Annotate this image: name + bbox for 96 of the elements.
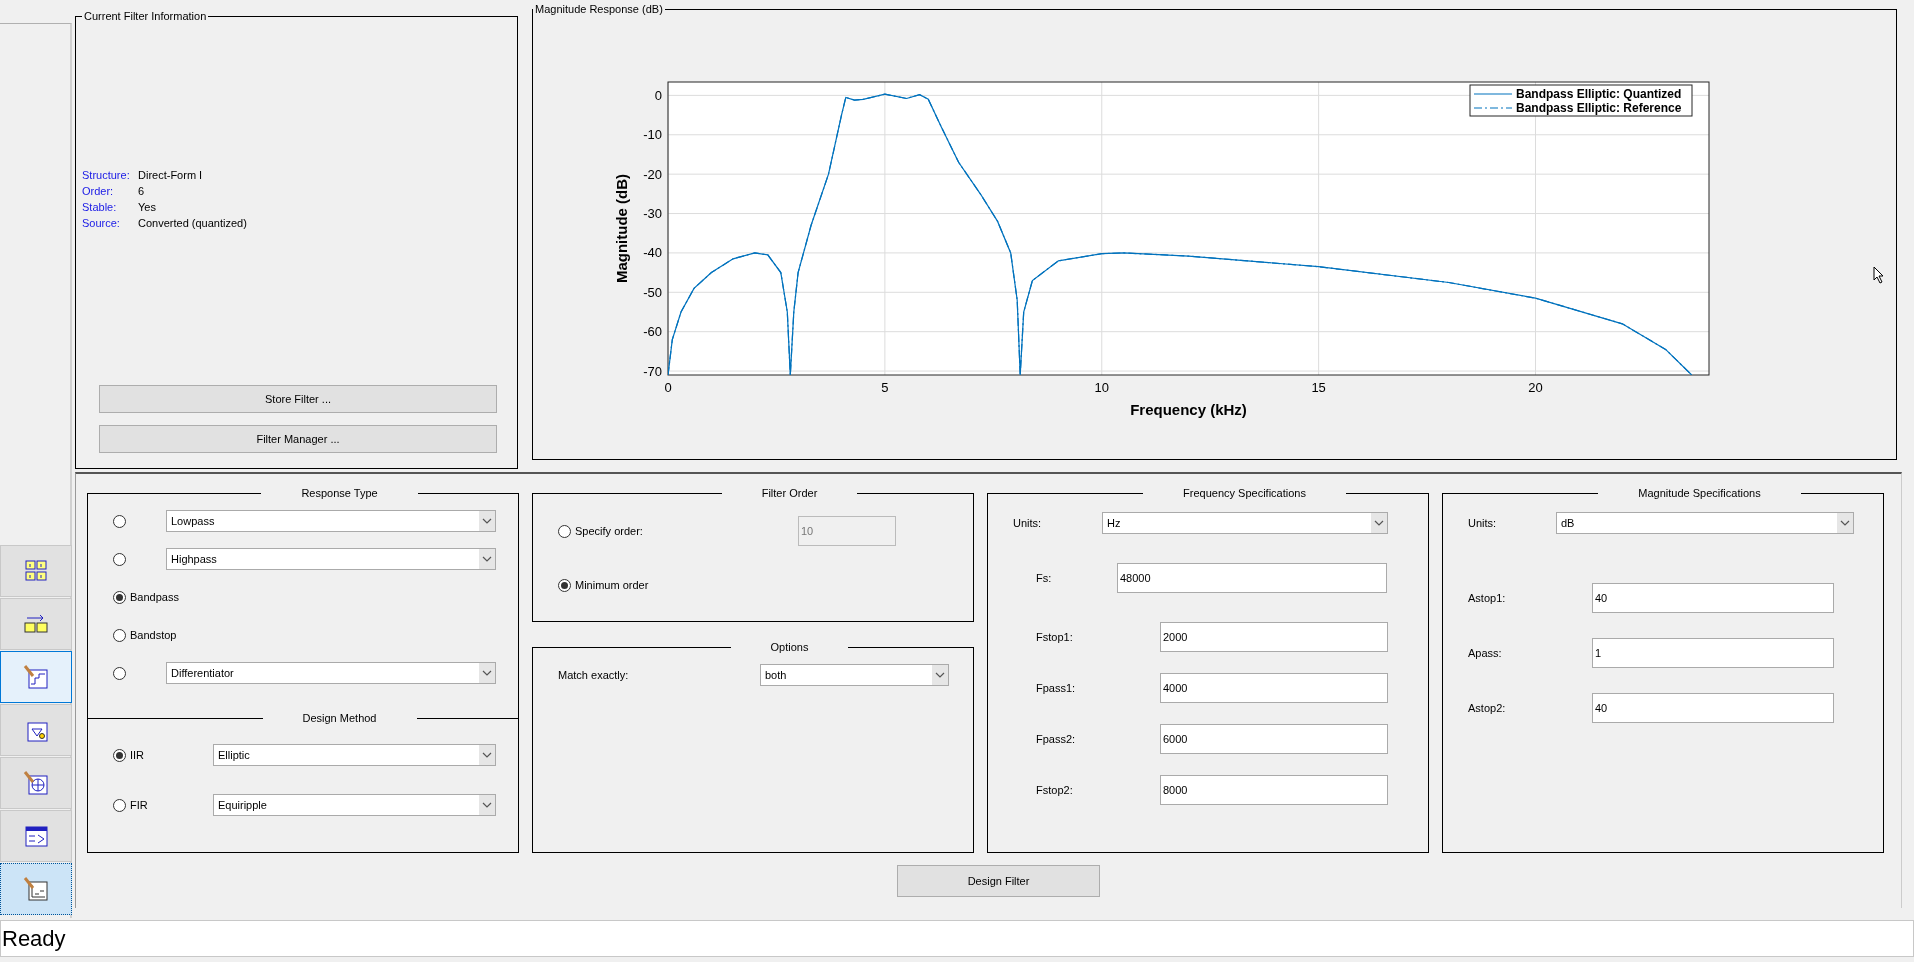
dropdown[interactable]: Differentiator — [166, 662, 496, 684]
field-label: Astop1: — [1468, 592, 1507, 604]
radio-button[interactable] — [113, 798, 126, 812]
tick-label: 20 — [1528, 380, 1543, 395]
tick-label: -40 — [643, 245, 662, 261]
chevron-icon — [479, 663, 495, 683]
tick-label: 10 — [1094, 380, 1109, 395]
info-value: Direct-Form I — [138, 169, 203, 181]
info-label: Structure: — [82, 169, 131, 181]
radio-button[interactable] — [558, 578, 571, 592]
field-label: Apass: — [1468, 647, 1503, 659]
radio-label: Bandstop — [130, 629, 177, 641]
radio-label: Bandpass — [130, 591, 179, 603]
legend-label: Bandpass Elliptic: Reference — [1516, 101, 1682, 115]
input-field[interactable]: 1 — [1592, 638, 1834, 668]
radio-label: Specify order: — [575, 525, 644, 537]
toolbar-button[interactable] — [0, 651, 72, 703]
pencil-grid-icon — [23, 770, 49, 796]
section-title: Filter Order — [760, 487, 819, 499]
radio-label: IIR — [130, 749, 146, 761]
field-label: Match exactly: — [558, 669, 630, 681]
section-title: Options — [769, 641, 810, 653]
chevron-icon — [479, 549, 495, 569]
info-value: Converted (quantized) — [138, 217, 247, 229]
radio-button[interactable] — [113, 666, 126, 680]
tick-label: -70 — [643, 363, 662, 379]
status-bar: Ready — [0, 920, 1914, 957]
tick-label: -60 — [643, 324, 662, 340]
panel-title: Magnitude Response (dB) — [534, 3, 664, 15]
tick-label: 5 — [881, 380, 889, 395]
dropdown[interactable]: Equiripple — [213, 794, 496, 816]
input-field[interactable]: 40 — [1592, 583, 1834, 613]
blocks-icon — [23, 558, 49, 584]
info-value: Yes — [138, 201, 156, 213]
pencil-chart-icon — [23, 664, 49, 690]
legend-label: Bandpass Elliptic: Quantized — [1516, 87, 1682, 101]
tick-label: -20 — [643, 166, 662, 182]
store-filter-button[interactable]: Store Filter ... — [99, 385, 497, 413]
tick-label: 0 — [654, 87, 662, 103]
pencil-chart-icon — [23, 876, 49, 902]
design-filter-button[interactable]: Design Filter — [897, 865, 1100, 897]
input-field[interactable]: 2000 — [1160, 622, 1388, 652]
radio-button[interactable] — [113, 552, 126, 566]
tick-label: -10 — [643, 127, 662, 143]
window-icon — [23, 823, 49, 849]
dropdown[interactable]: Elliptic — [213, 744, 496, 766]
toolbar-button[interactable] — [0, 863, 72, 915]
legend-line — [1473, 93, 1513, 95]
dropdown[interactable]: Hz — [1102, 512, 1388, 534]
input-field[interactable]: 6000 — [1160, 724, 1388, 754]
input-field[interactable]: 8000 — [1160, 775, 1388, 805]
radio-button[interactable] — [113, 514, 126, 528]
section-title: Design Method — [301, 712, 378, 724]
chevron-icon — [479, 511, 495, 531]
radio-label: Minimum order — [575, 579, 649, 591]
field-label: Astop2: — [1468, 702, 1507, 714]
chevron-icon — [479, 745, 495, 765]
radio-button[interactable] — [113, 590, 126, 604]
chevron-icon — [479, 795, 495, 815]
section-title: Response Type — [300, 487, 379, 499]
field-label: Fs: — [1036, 572, 1053, 584]
axis-title: Frequency (kHz) — [1130, 401, 1247, 418]
field-label: Fstop1: — [1036, 631, 1074, 643]
input-field[interactable]: 48000 — [1117, 563, 1387, 593]
legend-line — [1473, 107, 1513, 109]
input-field[interactable]: 40 — [1592, 693, 1834, 723]
field-label: Fpass2: — [1036, 733, 1077, 745]
dropdown[interactable]: Highpass — [166, 548, 496, 570]
field-label: Fstop2: — [1036, 784, 1074, 796]
dropdown[interactable]: both — [760, 664, 949, 686]
chevron-icon — [932, 665, 948, 685]
panel-title: Current Filter Information — [83, 10, 208, 22]
radio-label: FIR — [130, 799, 149, 811]
axis-title: Magnitude (dB) — [613, 173, 630, 284]
cursor-icon — [1873, 266, 1885, 284]
field-label: Units: — [1013, 517, 1043, 529]
info-label: Source: — [82, 217, 121, 229]
tick-label: -50 — [643, 284, 662, 300]
section-title: Frequency Specifications — [1182, 487, 1307, 499]
field-label: Units: — [1468, 517, 1498, 529]
tick-label: 15 — [1311, 380, 1326, 395]
chevron-icon — [1837, 513, 1853, 533]
tick-label: -30 — [643, 206, 662, 222]
info-label: Order: — [82, 185, 115, 197]
chevron-icon — [1371, 513, 1387, 533]
section-title: Magnitude Specifications — [1637, 487, 1762, 499]
field-label: Fpass1: — [1036, 682, 1077, 694]
info-label: Stable: — [82, 201, 118, 213]
dropdown[interactable]: dB — [1556, 512, 1854, 534]
radio-button[interactable] — [113, 748, 126, 762]
dropdown[interactable]: Lowpass — [166, 510, 496, 532]
info-value: 6 — [138, 185, 145, 197]
radio-button[interactable] — [113, 628, 126, 642]
tick-label: 0 — [664, 380, 672, 395]
filter-manager-button[interactable]: Filter Manager ... — [99, 425, 497, 453]
input-field[interactable]: 4000 — [1160, 673, 1388, 703]
